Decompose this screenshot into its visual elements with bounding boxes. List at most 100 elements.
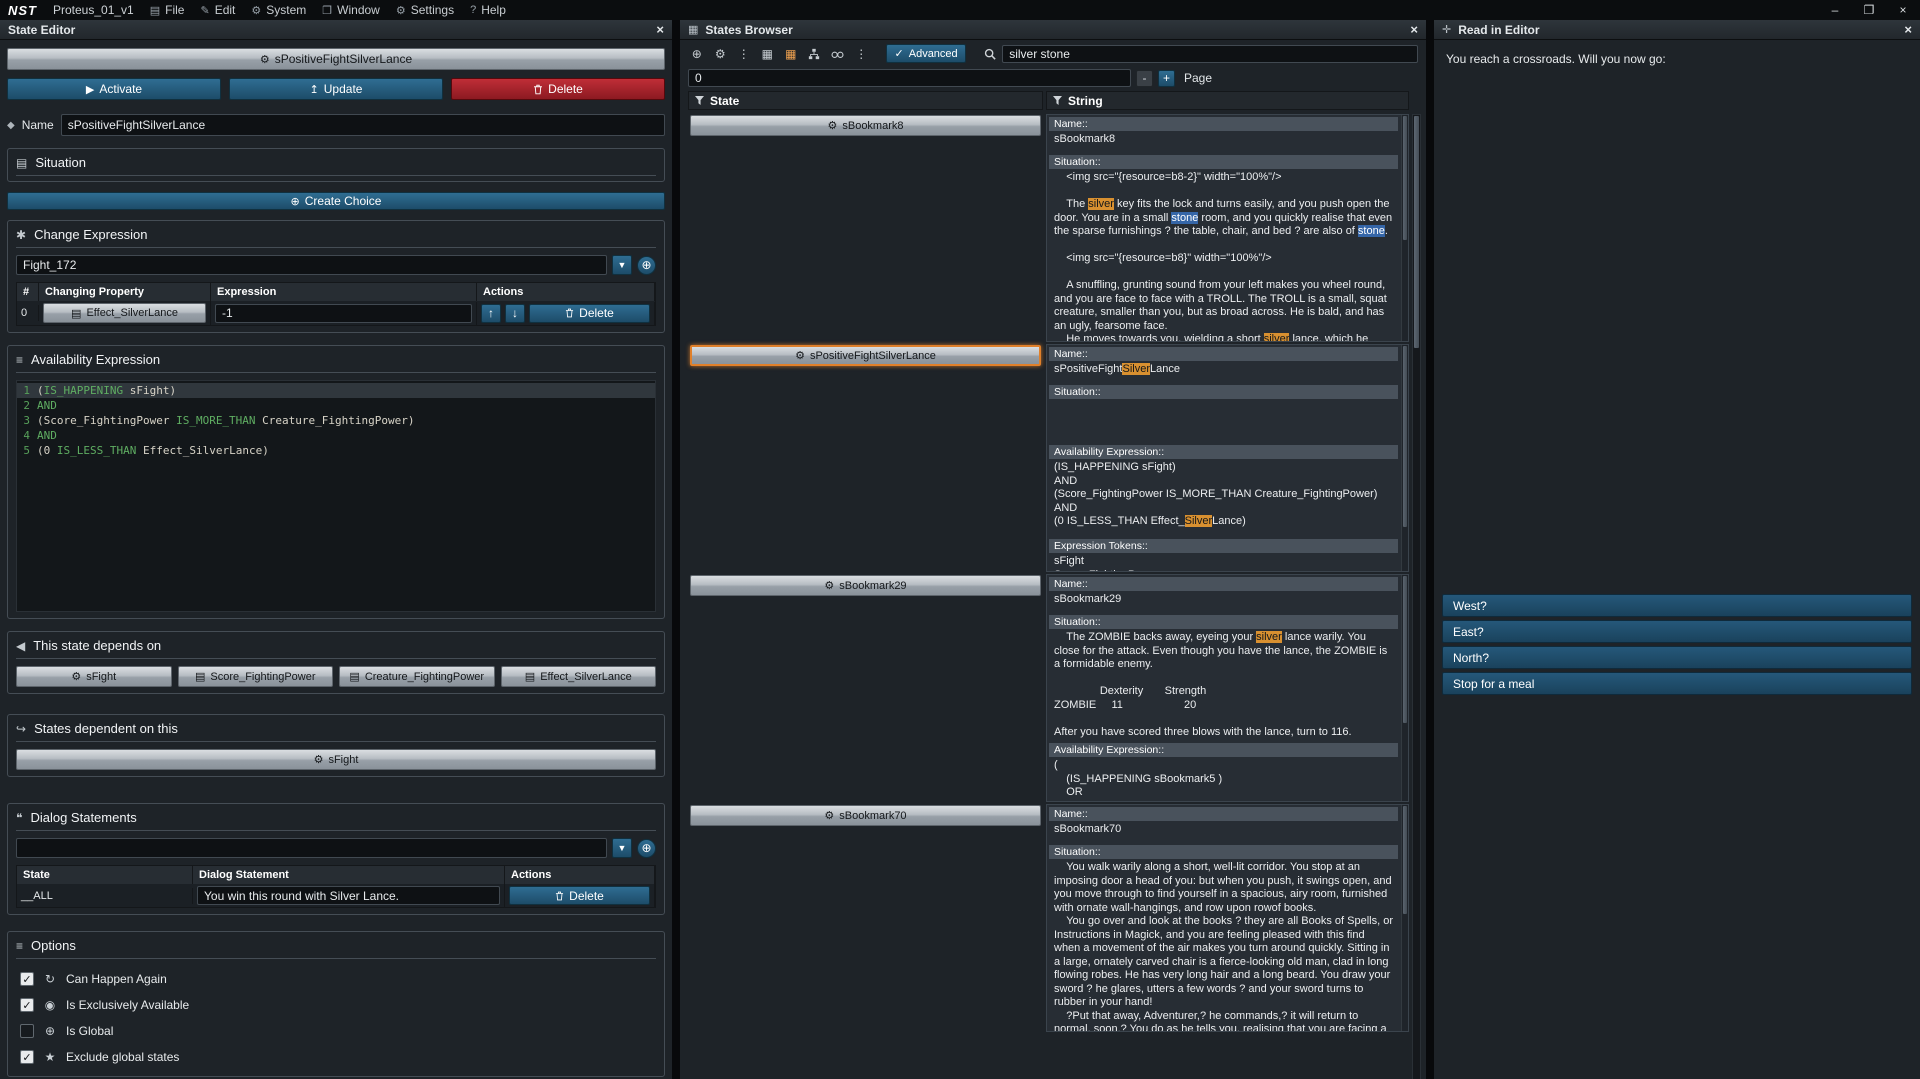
availability-expression-header[interactable]: ≡ Availability Expression — [16, 352, 656, 373]
state-column-header[interactable]: State — [688, 91, 1043, 110]
gear-icon[interactable]: ⚙ — [712, 44, 730, 63]
menu-settings[interactable]: ⚙Settings — [396, 3, 454, 17]
gear-icon: ⚙ — [824, 809, 834, 822]
string-column-header[interactable]: String — [1046, 91, 1409, 110]
scrollbar-thumb[interactable] — [1403, 576, 1407, 723]
depends-on-header[interactable]: ◀ This state depends on — [16, 638, 656, 659]
choice-button-east[interactable]: East? — [1442, 620, 1912, 643]
dialog-select[interactable] — [16, 838, 607, 858]
dialog-statement-input[interactable] — [197, 886, 500, 905]
col-dialog-statement: Dialog Statement — [193, 866, 505, 884]
current-state-button[interactable]: ⚙ sPositiveFightSilverLance — [7, 48, 665, 70]
cell-scrollbar[interactable] — [1401, 115, 1408, 341]
maximize-icon[interactable]: ❐ — [1860, 3, 1878, 17]
close-icon[interactable]: × — [1410, 22, 1418, 37]
availability-code-editor[interactable]: 1(IS_HAPPENING sFight) 2AND 3(Score_Figh… — [16, 380, 656, 612]
dependent-state-label: sFight — [328, 754, 358, 766]
kebab-menu-icon[interactable]: ⋮ — [853, 44, 871, 63]
string-cell[interactable]: Name:: sBookmark29 Situation:: The ZOMBI… — [1046, 574, 1409, 802]
line-number: 4 — [17, 428, 37, 443]
kebab-menu-icon[interactable]: ⋮ — [735, 44, 753, 63]
property-icon: ▤ — [71, 307, 81, 320]
gear-icon: ⚙ — [314, 753, 324, 766]
choice-button-stop-for-a-meal[interactable]: Stop for a meal — [1442, 672, 1912, 695]
delete-button[interactable]: Delete — [451, 78, 665, 100]
move-down-button[interactable]: ↓ — [505, 304, 525, 323]
update-button[interactable]: ↥ Update — [229, 78, 443, 100]
scrollbar-thumb[interactable] — [1403, 346, 1407, 527]
state-button[interactable]: ⚙ sBookmark29 — [690, 575, 1041, 596]
choice-button-west[interactable]: West? — [1442, 594, 1912, 617]
state-button[interactable]: ⚙ sBookmark70 — [690, 805, 1041, 826]
choice-button-north[interactable]: North? — [1442, 646, 1912, 669]
activate-button[interactable]: ▶ Activate — [7, 78, 221, 100]
string-cell[interactable]: Name:: sPositiveFightSilverLance Situati… — [1046, 344, 1409, 572]
page-decrement-button[interactable]: - — [1136, 70, 1153, 87]
checkbox[interactable]: ✓ — [20, 998, 34, 1012]
add-state-icon[interactable]: ⊕ — [688, 44, 706, 63]
menu-file[interactable]: ▤File — [150, 3, 185, 17]
checkbox[interactable]: ✓ — [20, 972, 34, 986]
close-icon[interactable]: × — [1904, 22, 1912, 37]
dependent-state-button[interactable]: ⚙ sFight — [16, 749, 656, 770]
dependency-property-button[interactable]: ▤Creature_FightingPower — [339, 666, 495, 687]
situation-header[interactable]: ▤ Situation — [16, 155, 656, 176]
page-input[interactable] — [688, 69, 1131, 87]
dependency-property-button[interactable]: ▤Effect_SilverLance — [501, 666, 657, 687]
dialog-state-value: __ALL — [17, 888, 193, 904]
scrollbar-thumb[interactable] — [1414, 116, 1419, 348]
add-change-expression-button[interactable]: ⊕ — [637, 256, 656, 275]
cell-scrollbar[interactable] — [1401, 575, 1408, 801]
panel-title: State Editor — [8, 23, 75, 37]
row-delete-button[interactable]: Delete — [529, 304, 650, 323]
search-input[interactable] — [1002, 45, 1418, 63]
state-button-label: sBookmark29 — [839, 580, 906, 592]
menu-edit[interactable]: ✎Edit — [200, 3, 235, 17]
state-button-selected[interactable]: ⚙ sPositiveFightSilverLance — [690, 345, 1041, 366]
minimize-icon[interactable]: – — [1826, 3, 1844, 17]
quote-icon: ❝ — [16, 811, 22, 825]
dependency-label: sFight — [86, 671, 116, 683]
option-is-global[interactable]: ⊕ Is Global — [16, 1018, 656, 1044]
dependency-state-button[interactable]: ⚙sFight — [16, 666, 172, 687]
dropdown-button[interactable]: ▼ — [612, 838, 632, 858]
grid-view-icon[interactable]: ▦ — [759, 44, 777, 63]
browser-scrollbar[interactable] — [1412, 114, 1421, 1079]
checkbox[interactable] — [20, 1024, 34, 1038]
name-input[interactable] — [61, 114, 665, 136]
options-header[interactable]: ≡ Options — [16, 938, 656, 959]
menu-help[interactable]: ?Help — [470, 3, 506, 17]
dependency-property-button[interactable]: ▤Score_FightingPower — [178, 666, 334, 687]
advanced-toggle[interactable]: ✓ Advanced — [886, 44, 966, 63]
cell-scrollbar[interactable] — [1401, 805, 1408, 1031]
option-is-exclusively-available[interactable]: ✓ ◉ Is Exclusively Available — [16, 992, 656, 1018]
close-icon[interactable]: × — [656, 22, 664, 37]
expression-input[interactable] — [215, 304, 472, 323]
binoculars-icon[interactable] — [829, 44, 847, 63]
state-button[interactable]: ⚙ sBookmark8 — [690, 115, 1041, 136]
dropdown-button[interactable]: ▼ — [612, 255, 632, 275]
page-increment-button[interactable]: + — [1158, 70, 1175, 87]
create-choice-button[interactable]: ⊕ Create Choice — [7, 192, 665, 210]
scrollbar-thumb[interactable] — [1403, 116, 1407, 240]
string-cell[interactable]: Name:: sBookmark70 Situation:: You walk … — [1046, 804, 1409, 1032]
dependent-states-header[interactable]: ↪ States dependent on this — [16, 721, 656, 742]
dialog-delete-button[interactable]: Delete — [509, 886, 650, 905]
change-expression-header[interactable]: ✱ Change Expression — [16, 227, 656, 248]
cell-scrollbar[interactable] — [1401, 345, 1408, 571]
dialog-statements-header[interactable]: ❝ Dialog Statements — [16, 810, 656, 831]
table-view-icon[interactable]: ▦ — [782, 44, 800, 63]
option-can-happen-again[interactable]: ✓ ↻ Can Happen Again — [16, 966, 656, 992]
menu-system[interactable]: ⚙System — [251, 3, 306, 17]
scrollbar-thumb[interactable] — [1403, 806, 1407, 914]
change-expression-select[interactable]: Fight_172 — [16, 255, 607, 275]
close-icon[interactable]: × — [1894, 3, 1912, 17]
string-cell[interactable]: Name:: sBookmark8 Situation:: <img src="… — [1046, 114, 1409, 342]
add-dialog-button[interactable]: ⊕ — [637, 839, 656, 858]
move-up-button[interactable]: ↑ — [481, 304, 501, 323]
menu-window[interactable]: ❐Window — [322, 3, 380, 17]
changing-property-button[interactable]: ▤ Effect_SilverLance — [43, 303, 206, 323]
option-exclude-global-states[interactable]: ✓ ★ Exclude global states — [16, 1044, 656, 1070]
checkbox[interactable]: ✓ — [20, 1050, 34, 1064]
hierarchy-view-icon[interactable] — [806, 44, 824, 63]
